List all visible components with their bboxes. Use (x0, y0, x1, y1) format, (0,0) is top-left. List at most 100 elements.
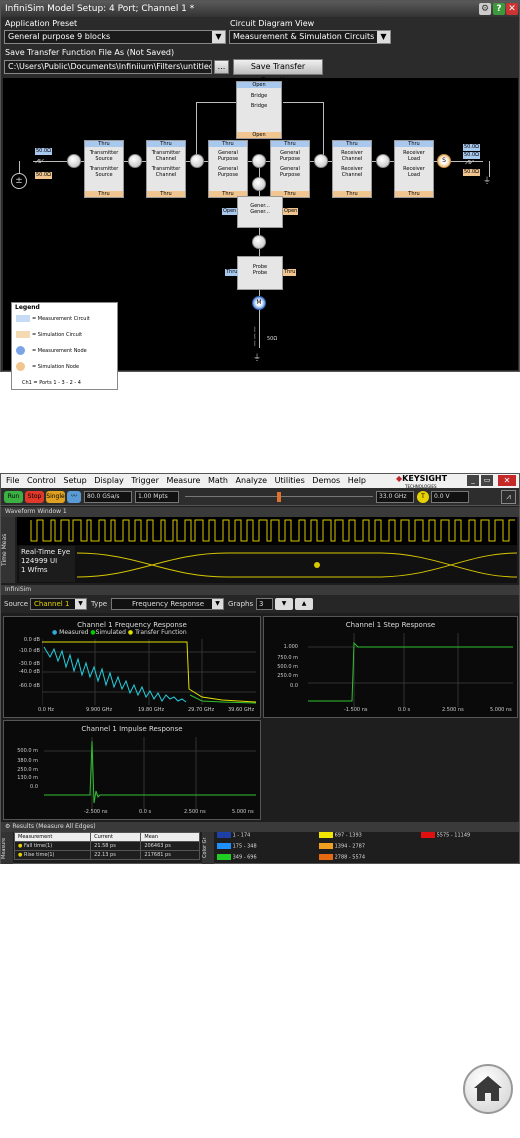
probe-resistor-value[interactable]: 50Ω (267, 336, 277, 342)
block-transmitter-channel[interactable]: Thru Transmitter Channel Transmitter Channe… (146, 140, 186, 198)
block-receiver-load[interactable]: Thru Receiver Load Receiver Load Thru (394, 140, 434, 198)
results-table: Measurement Current Mean ● Fall time(1) … (13, 832, 200, 860)
freq-xtick: 39.60 GHz (228, 707, 255, 713)
frequency-response-plot[interactable]: Channel 1 Frequency Response ● Measured … (3, 616, 261, 718)
menu-help[interactable]: Help (348, 476, 366, 485)
menu-display[interactable]: Display (94, 476, 124, 485)
menu-control[interactable]: Control (27, 476, 56, 485)
graphs-increase-button[interactable]: ▲ (295, 598, 313, 610)
autoscale-icon[interactable]: 〰 (67, 491, 81, 503)
table-row[interactable]: ● Rise time(1) 22.13 ps 217681 ps (13, 850, 200, 860)
source-resistor-value-bottom[interactable]: 50.0Ω (35, 172, 52, 179)
bandwidth-field[interactable]: 33.0 GHz (376, 491, 414, 503)
minimize-icon[interactable]: _ (467, 475, 479, 486)
legend-measurement-node: = Measurement Node (16, 346, 87, 356)
legend-title: Legend (15, 304, 40, 311)
block-bridge[interactable]: Open Bridge Bridge Open (236, 81, 282, 139)
node-8[interactable] (252, 235, 266, 249)
cursor-mode-icon[interactable]: ⩘ (501, 490, 516, 504)
run-button[interactable]: Run (4, 491, 23, 503)
single-button[interactable]: Single (46, 491, 65, 503)
load-resistor-value-bottom[interactable]: 50.0Ω (463, 169, 480, 176)
type-select[interactable]: Frequency Response ▼ (111, 598, 224, 610)
gear-icon[interactable]: ⚙ (479, 3, 491, 15)
general-open-left[interactable]: Open (222, 208, 238, 215)
block-general-branch[interactable]: Gener... Gener... (237, 196, 283, 228)
menu-analyze[interactable]: Analyze (236, 476, 268, 485)
legend-simulation-circuit: = Simulation Circuit (16, 330, 82, 340)
measurement-node-m[interactable]: M (252, 296, 266, 310)
impulse-title: Channel 1 Impulse Response (81, 725, 183, 733)
block-general-purpose-2[interactable]: Thru General Purpose General Purpose Thru (270, 140, 310, 198)
node-6[interactable] (376, 154, 390, 168)
save-path-field[interactable]: C:\Users\Public\Documents\Infiniium\Filt… (4, 60, 212, 74)
restore-icon[interactable]: ▭ (481, 475, 493, 486)
source-resistor-value-top[interactable]: 50.0Ω (35, 148, 52, 155)
voltage-source-icon: ± (11, 173, 27, 189)
step-xtick: 5.000 ns (490, 707, 512, 713)
trigger-icon[interactable]: T (417, 491, 429, 503)
application-preset-select[interactable]: General purpose 9 blocks ▼ (4, 30, 226, 44)
close-icon[interactable]: ✕ (498, 475, 516, 486)
impulse-xtick: 2.500 ns (184, 809, 206, 815)
type-label: Type (91, 600, 108, 608)
probe-thru-right[interactable]: Thru (283, 269, 297, 276)
node-2[interactable] (128, 154, 142, 168)
table-row[interactable]: ● Fall time(1) 21.58 ps 206463 ps (13, 841, 200, 851)
time-meas-side-tab[interactable]: Time Meas (1, 517, 15, 583)
block-transmitter-source[interactable]: Thru Transmitter Source Transmitter Source … (84, 140, 124, 198)
impulse-response-plot[interactable]: Channel 1 Impulse Response 500.0 m 380.0… (3, 720, 261, 820)
measure-side-tab[interactable]: Measure (1, 832, 13, 864)
impulse-ytick: 500.0 m (17, 748, 38, 754)
menu-file[interactable]: File (6, 476, 19, 485)
channel-marker-icon: ● (18, 843, 23, 849)
circuit-diagram-view-select[interactable]: Measurement & Simulation Circuits ▼ (229, 30, 391, 44)
infinisim-model-setup-window: InfiniSim Model Setup: 4 Port; Channel 1… (0, 0, 520, 390)
home-button[interactable] (463, 1064, 513, 1114)
trigger-level-field[interactable]: 0.0 V (431, 491, 469, 503)
node-1[interactable] (67, 154, 81, 168)
menu-demos[interactable]: Demos (312, 476, 340, 485)
general-open-right[interactable]: Open (283, 208, 299, 215)
channel-marker-icon: ● (18, 852, 23, 858)
waveform-display[interactable] (17, 517, 518, 583)
node-4[interactable] (252, 154, 266, 168)
chevron-down-icon: ▼ (377, 31, 390, 43)
load-resistor-value-top[interactable]: 50.0Ω (463, 144, 480, 151)
stop-button[interactable]: Stop (25, 491, 44, 503)
graphs-decrease-button[interactable]: ▼ (275, 598, 293, 610)
step-response-plot[interactable]: Channel 1 Step Response 1.000 750.0 m 50… (263, 616, 518, 718)
color-grade-side-tab[interactable]: Color Gr (202, 832, 214, 864)
close-icon[interactable]: ✕ (506, 3, 518, 15)
preset-value: General purpose 9 blocks (8, 32, 111, 41)
eye-title: Real-Time Eye (21, 548, 71, 556)
block-general-purpose-1[interactable]: Thru General Purpose General Purpose Thru (208, 140, 248, 198)
probe-thru-left[interactable]: Thru (225, 269, 239, 276)
memory-depth-field[interactable]: 1.00 Mpts (135, 491, 179, 503)
node-7[interactable] (252, 177, 266, 191)
graphs-count-field[interactable]: 3 (256, 598, 273, 610)
source-select[interactable]: Channel 1 ▼ (30, 598, 87, 610)
browse-button[interactable]: ... (214, 60, 229, 74)
menu-math[interactable]: Math (208, 476, 228, 485)
impulse-svg (44, 737, 256, 809)
node-3[interactable] (190, 154, 204, 168)
freq-svg (42, 639, 256, 705)
block-probe[interactable]: Probe Probe (237, 256, 283, 290)
node-5[interactable] (314, 154, 328, 168)
menu-trigger[interactable]: Trigger (131, 476, 159, 485)
save-transfer-function-button[interactable]: Save Transfer Function (233, 59, 323, 85)
menu-setup[interactable]: Setup (63, 476, 86, 485)
gear-icon[interactable]: ⚙ (5, 823, 10, 830)
bridge-wire-top-right (283, 102, 323, 103)
menu-utilities[interactable]: Utilities (275, 476, 305, 485)
freq-ytick: -30.0 dB (18, 661, 40, 667)
timebase-slider-handle[interactable] (277, 492, 281, 502)
menu-measure[interactable]: Measure (166, 476, 200, 485)
help-icon[interactable]: ? (493, 3, 505, 15)
sample-rate-field[interactable]: 80.0 GSa/s (84, 491, 132, 503)
simulation-node-s[interactable]: S (437, 154, 451, 168)
block-receiver-channel[interactable]: Thru Receiver Channel Receiver Channel Thru (332, 140, 372, 198)
home-icon (474, 1076, 502, 1101)
step-xtick: 2.500 ns (442, 707, 464, 713)
